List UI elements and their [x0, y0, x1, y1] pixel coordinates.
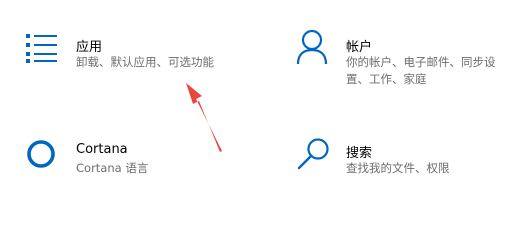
accounts-description: 你的帐户、电子邮件、同步设 置、工作、家庭 [346, 54, 496, 88]
accounts-tile[interactable]: 帐户 你的帐户、电子邮件、同步设 置、工作、家庭 [286, 26, 526, 90]
person-icon [296, 29, 328, 70]
accounts-description-line: 置、工作、家庭 [346, 72, 427, 86]
apps-description: 卸载、默认应用、可选功能 [76, 54, 214, 71]
cortana-tile[interactable]: Cortana Cortana 语言 [14, 132, 254, 182]
cortana-description: Cortana 语言 [76, 160, 148, 177]
apps-list-icon [26, 32, 62, 68]
cortana-circle-icon [26, 138, 58, 174]
cortana-title: Cortana [76, 142, 128, 157]
search-description-line: 查找我的文件、权限 [346, 161, 450, 175]
search-tile[interactable]: 搜索 查找我的文件、权限 [286, 132, 526, 182]
accounts-title: 帐户 [346, 40, 373, 55]
cortana-description-line: Cortana 语言 [76, 161, 149, 175]
apps-title: 应用 [76, 40, 103, 55]
search-icon [296, 136, 332, 176]
apps-tile[interactable]: 应用 卸载、默认应用、可选功能 [14, 26, 254, 86]
search-description: 查找我的文件、权限 [346, 160, 450, 177]
search-title: 搜索 [346, 146, 373, 161]
apps-description-line: 卸载、默认应用、可选功能 [76, 55, 214, 69]
accounts-description-line: 你的帐户、电子邮件、同步设 [346, 55, 496, 69]
